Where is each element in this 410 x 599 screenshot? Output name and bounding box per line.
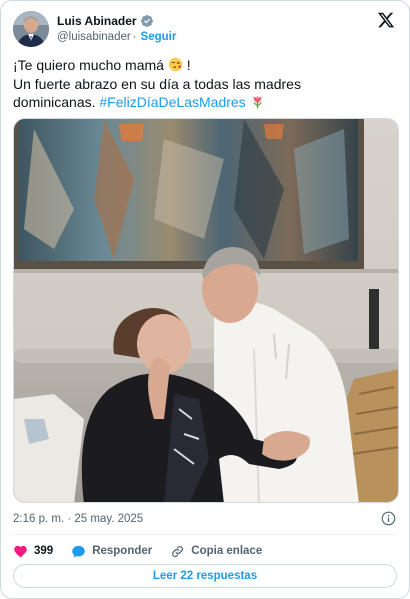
heart-icon	[14, 545, 27, 557]
divider	[13, 534, 397, 535]
verified-badge-icon	[140, 15, 153, 27]
tweet-card: Luis Abinader @luisabinader · Seguir ¡Te…	[0, 0, 410, 599]
follow-button[interactable]: Seguir	[141, 29, 177, 45]
author-info: Luis Abinader @luisabinader · Seguir	[57, 13, 176, 45]
tweet-timestamp[interactable]: 2:16 p. m. · 25 may. 2025	[13, 513, 143, 525]
tweet-line-2: Un fuerte abrazo en su día a todas las m…	[13, 75, 301, 92]
read-replies-button[interactable]: Leer 22 respuestas	[13, 564, 397, 588]
tweet-header: Luis Abinader @luisabinader · Seguir	[13, 9, 397, 49]
link-icon	[172, 545, 184, 557]
like-button[interactable]: 399	[13, 544, 53, 559]
speech-bubble-icon	[72, 545, 85, 557]
tulip-emoji	[252, 95, 262, 109]
handle-separator: ·	[132, 31, 137, 43]
tweet-line-1-end: !	[186, 57, 191, 73]
author-handle[interactable]: @luisabinader	[57, 29, 131, 45]
copy-link-label: Copia enlace	[191, 545, 263, 557]
x-logo-icon[interactable]	[377, 11, 395, 29]
author-name[interactable]: Luis Abinader	[57, 13, 137, 29]
tweet-line-3-prefix: dominicanas.	[13, 94, 100, 110]
info-icon[interactable]	[381, 511, 396, 526]
reply-button[interactable]: Responder	[71, 544, 152, 559]
tweet-line-1: ¡Te quiero mucho mamá	[13, 57, 164, 73]
tweet-actions: 399 Responder Copia enlace	[13, 541, 280, 561]
tweet-text: ¡Te quiero mucho mamá ! Un fuerte abrazo…	[13, 56, 397, 112]
reply-label: Responder	[92, 545, 153, 557]
copy-link-button[interactable]: Copia enlace	[170, 544, 262, 559]
face-blowing-kiss-emoji	[168, 57, 183, 72]
read-replies-label: Leer 22 respuestas	[152, 570, 258, 582]
likes-count: 399	[34, 545, 54, 557]
hashtag-link[interactable]: #FelizDíaDeLasMadres	[99, 94, 245, 110]
avatar[interactable]	[13, 11, 49, 47]
tweet-photo[interactable]	[13, 118, 399, 503]
